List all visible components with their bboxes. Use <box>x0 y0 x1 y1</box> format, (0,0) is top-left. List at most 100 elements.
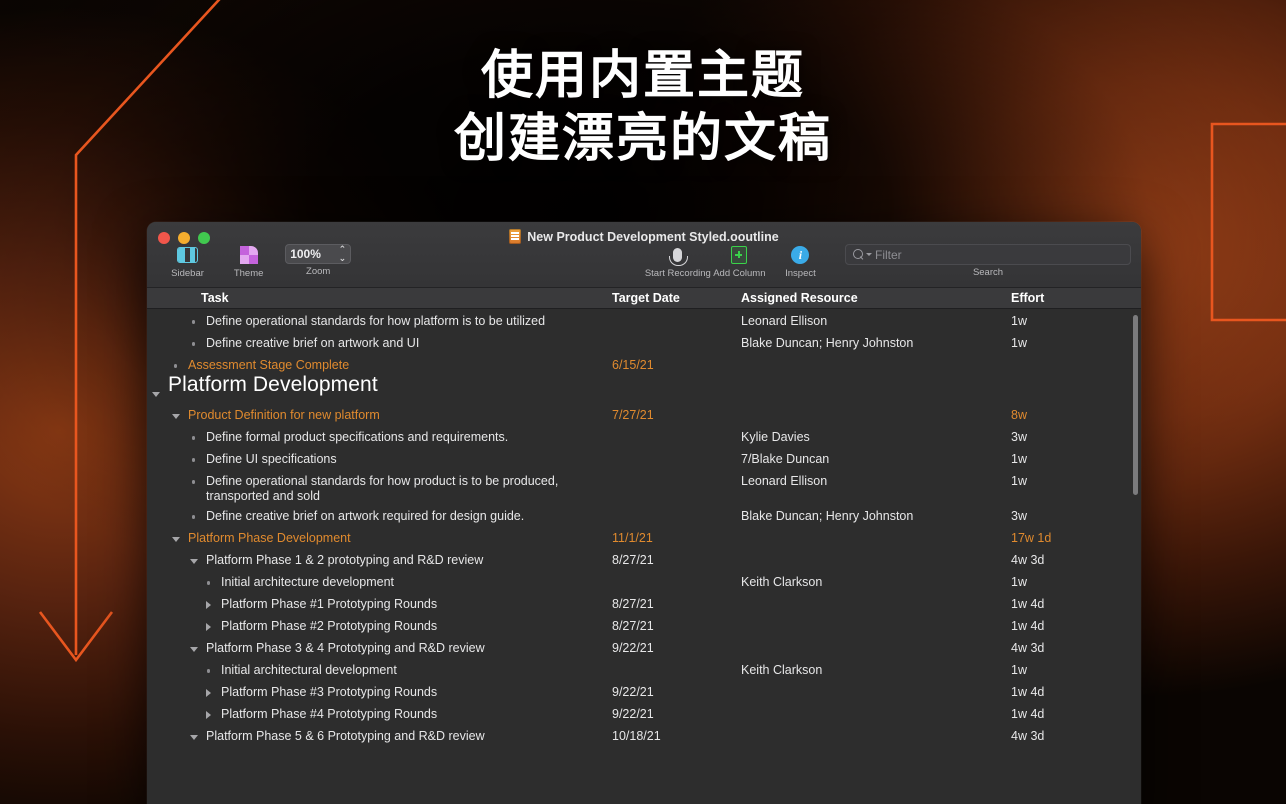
cell-assigned-resource[interactable] <box>737 526 1007 531</box>
cell-target-date[interactable] <box>607 309 737 314</box>
cell-target-date[interactable] <box>607 504 737 509</box>
outline-table-body[interactable]: Define operational standards for how pla… <box>147 309 1141 804</box>
cell-task[interactable]: Define UI specifications <box>147 447 607 469</box>
cell-target-date[interactable] <box>607 331 737 336</box>
cell-target-date[interactable]: 10/18/21 <box>607 724 737 743</box>
zoom-control[interactable]: 100% ⌃ ⌄ Zoom <box>285 244 352 277</box>
zoom-field[interactable]: 100% ⌃ ⌄ <box>285 244 352 264</box>
cell-effort[interactable]: 1w 4d <box>1007 702 1141 721</box>
cell-target-date[interactable] <box>607 469 737 474</box>
table-row[interactable]: Define UI specifications 7/Blake Duncan 1w <box>147 447 1141 469</box>
cell-effort[interactable]: 1w 4d <box>1007 614 1141 633</box>
cell-assigned-resource[interactable] <box>737 680 1007 685</box>
cell-effort[interactable]: 1w <box>1007 469 1141 488</box>
cell-target-date[interactable] <box>607 447 737 452</box>
cell-task[interactable]: Platform Phase #1 Prototyping Rounds <box>147 592 607 614</box>
cell-assigned-resource[interactable]: Keith Clarkson <box>737 658 1007 677</box>
cell-assigned-resource[interactable] <box>737 548 1007 553</box>
cell-target-date[interactable]: 9/22/21 <box>607 702 737 721</box>
cell-effort[interactable]: 3w <box>1007 425 1141 444</box>
cell-task[interactable]: Define creative brief on artwork and UI <box>147 331 607 353</box>
cell-effort[interactable] <box>1007 353 1141 358</box>
cell-assigned-resource[interactable]: Kylie Davies <box>737 425 1007 444</box>
chevron-down-icon[interactable] <box>169 407 182 425</box>
cell-effort[interactable]: 1w 4d <box>1007 680 1141 699</box>
cell-effort[interactable] <box>1007 375 1141 380</box>
cell-task[interactable]: Platform Development <box>147 374 607 403</box>
chevron-down-icon[interactable] <box>169 530 182 548</box>
scrollbar-thumb[interactable] <box>1133 315 1138 495</box>
theme-button[interactable]: Theme <box>218 243 279 279</box>
cell-task[interactable]: Assessment Stage Complete <box>147 353 607 375</box>
cell-assigned-resource[interactable]: 7/Blake Duncan <box>737 447 1007 466</box>
cell-effort[interactable]: 1w <box>1007 331 1141 350</box>
cell-target-date[interactable]: 9/22/21 <box>607 680 737 699</box>
cell-target-date[interactable]: 9/22/21 <box>607 636 737 655</box>
table-row[interactable]: Product Definition for new platform 7/27/… <box>147 403 1141 425</box>
vertical-scrollbar[interactable] <box>1131 309 1140 804</box>
cell-assigned-resource[interactable] <box>737 375 1007 380</box>
chevron-down-icon[interactable] <box>187 728 200 746</box>
table-row[interactable]: Platform Phase 3 & 4 Prototyping and R&D… <box>147 636 1141 658</box>
cell-assigned-resource[interactable] <box>737 724 1007 729</box>
table-row[interactable]: Platform Development <box>147 374 1141 403</box>
table-row[interactable]: Define formal product specifications and… <box>147 425 1141 447</box>
cell-target-date[interactable]: 6/15/21 <box>607 353 737 372</box>
search-control[interactable]: Filter Search <box>845 244 1131 278</box>
cell-assigned-resource[interactable] <box>737 592 1007 597</box>
table-row[interactable]: Define operational standards for how pro… <box>147 469 1141 504</box>
cell-effort[interactable]: 1w <box>1007 658 1141 677</box>
table-row[interactable]: Platform Phase #3 Prototyping Rounds 9/22… <box>147 680 1141 702</box>
table-row[interactable]: Initial architectural development Keith C… <box>147 658 1141 680</box>
cell-assigned-resource[interactable] <box>737 702 1007 707</box>
table-row[interactable]: Platform Phase Development 11/1/21 17w 1d <box>147 526 1141 548</box>
cell-effort[interactable]: 4w 3d <box>1007 724 1141 743</box>
cell-assigned-resource[interactable]: Blake Duncan; Henry Johnston <box>737 504 1007 523</box>
cell-task[interactable]: Define creative brief on artwork require… <box>147 504 607 526</box>
search-input[interactable]: Filter <box>845 244 1131 265</box>
cell-effort[interactable]: 17w 1d <box>1007 526 1141 545</box>
cell-task[interactable]: Define formal product specifications and… <box>147 425 607 447</box>
cell-target-date[interactable]: 8/27/21 <box>607 614 737 633</box>
table-row[interactable]: Initial architecture development Keith Cl… <box>147 570 1141 592</box>
cell-assigned-resource[interactable] <box>737 636 1007 641</box>
cell-assigned-resource[interactable]: Leonard Ellison <box>737 469 1007 488</box>
chevron-down-icon[interactable] <box>866 253 872 256</box>
cell-task[interactable]: Platform Phase 3 & 4 Prototyping and R&D… <box>147 636 607 658</box>
cell-assigned-resource[interactable] <box>737 353 1007 358</box>
cell-target-date[interactable] <box>607 375 737 380</box>
chevron-down-icon[interactable] <box>149 385 162 403</box>
table-row[interactable]: Define operational standards for how pla… <box>147 309 1141 331</box>
cell-task[interactable]: Define operational standards for how pla… <box>147 309 607 331</box>
chevron-down-icon[interactable] <box>187 640 200 658</box>
chevron-down-icon[interactable] <box>187 552 200 570</box>
cell-target-date[interactable]: 7/27/21 <box>607 403 737 422</box>
table-row[interactable]: Assessment Stage Complete 6/15/21 <box>147 353 1141 375</box>
table-row[interactable]: Platform Phase 5 & 6 Prototyping and R&D… <box>147 724 1141 746</box>
cell-task[interactable]: Platform Phase #3 Prototyping Rounds <box>147 680 607 702</box>
cell-task[interactable]: Platform Phase 1 & 2 prototyping and R&D… <box>147 548 607 570</box>
cell-effort[interactable]: 4w 3d <box>1007 636 1141 655</box>
cell-task[interactable]: Initial architecture development <box>147 570 607 592</box>
table-row[interactable]: Platform Phase #1 Prototyping Rounds 8/27… <box>147 592 1141 614</box>
cell-task[interactable]: Platform Phase Development <box>147 526 607 548</box>
stepper-icon[interactable]: ⌃ ⌄ <box>339 245 347 263</box>
column-header-assigned-resource[interactable]: Assigned Resource <box>737 291 1007 305</box>
column-header-target-date[interactable]: Target Date <box>607 291 737 305</box>
cell-task[interactable]: Define operational standards for how pro… <box>147 469 607 504</box>
start-recording-button[interactable]: Start Recording <box>645 243 711 279</box>
chevron-right-icon[interactable] <box>202 706 215 724</box>
cell-effort[interactable]: 1w <box>1007 570 1141 589</box>
cell-task[interactable]: Platform Phase 5 & 6 Prototyping and R&D… <box>147 724 607 746</box>
cell-target-date[interactable] <box>607 570 737 575</box>
cell-assigned-resource[interactable]: Leonard Ellison <box>737 309 1007 328</box>
chevron-right-icon[interactable] <box>202 596 215 614</box>
inspect-button[interactable]: i Inspect <box>770 243 831 279</box>
column-header-task[interactable]: Task <box>147 291 607 305</box>
table-row[interactable]: Platform Phase #4 Prototyping Rounds 9/22… <box>147 702 1141 724</box>
cell-effort[interactable]: 1w <box>1007 309 1141 328</box>
cell-task[interactable]: Initial architectural development <box>147 658 607 680</box>
table-row[interactable]: Define creative brief on artwork require… <box>147 504 1141 526</box>
table-row[interactable]: Platform Phase #2 Prototyping Rounds 8/27… <box>147 614 1141 636</box>
table-row[interactable]: Platform Phase 1 & 2 prototyping and R&D… <box>147 548 1141 570</box>
